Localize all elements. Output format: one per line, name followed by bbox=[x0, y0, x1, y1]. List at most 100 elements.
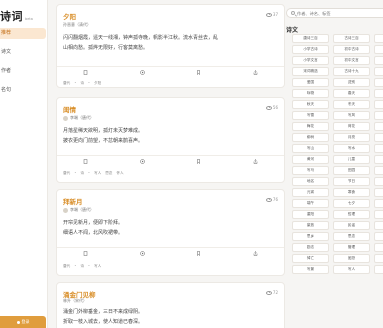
copy-button[interactable] bbox=[57, 248, 114, 258]
search-input[interactable] bbox=[297, 10, 377, 16]
category-chip[interactable]: 宋 bbox=[374, 34, 383, 43]
category-chip[interactable]: 月亮 bbox=[333, 133, 370, 142]
share-button[interactable] bbox=[227, 67, 284, 77]
category-chip[interactable]: 端午 bbox=[292, 199, 329, 208]
category-chip[interactable]: 边 bbox=[374, 166, 383, 175]
category-chip[interactable]: 元宵 bbox=[292, 188, 329, 197]
category-chip[interactable]: 思 bbox=[374, 78, 383, 87]
category-chip[interactable]: 初中古诗 bbox=[333, 45, 370, 54]
category-chip[interactable]: 写人 bbox=[333, 265, 370, 274]
category-chip[interactable]: 夏 bbox=[374, 89, 383, 98]
category-chip[interactable]: 七夕 bbox=[333, 199, 370, 208]
category-chip[interactable]: 写景 bbox=[292, 265, 329, 274]
category-chip[interactable]: 励志 bbox=[292, 243, 329, 252]
category-chip[interactable]: 写山 bbox=[292, 144, 329, 153]
play-button[interactable] bbox=[114, 156, 171, 166]
tag[interactable]: 唐代 bbox=[63, 264, 70, 269]
category-chip[interactable]: 哲理 bbox=[333, 210, 370, 219]
poem-title[interactable]: 拜新月 bbox=[63, 196, 83, 206]
poem-card[interactable]: 涌金门见柳 72 林升（宋代） 涌金门外柳垂金，三日不来成绿阴。 折取一枝入城去… bbox=[56, 282, 285, 328]
category-chip[interactable]: 写马 bbox=[292, 166, 329, 175]
category-chip[interactable]: 春 bbox=[374, 177, 383, 186]
category-chip[interactable]: 友 bbox=[374, 243, 383, 252]
tag[interactable]: 怀人 bbox=[116, 171, 123, 176]
category-chip[interactable]: 离 bbox=[374, 232, 383, 241]
poem-card[interactable]: 拜新月 76 李端（唐代） 开帘见新月，便即下阶拜。 细语人不闻，北风吹裙带。 … bbox=[56, 189, 285, 276]
poem-title[interactable]: 闺情 bbox=[63, 104, 76, 114]
category-chip[interactable]: 古诗十九 bbox=[333, 67, 370, 76]
category-chip[interactable]: 春天 bbox=[333, 89, 370, 98]
tag[interactable]: 夕阳 bbox=[94, 81, 101, 86]
tag[interactable]: 思念 bbox=[105, 171, 112, 176]
poem-author[interactable]: 孙晋意（清代） bbox=[63, 22, 91, 28]
sidebar-item-poems[interactable]: 诗文 bbox=[0, 47, 46, 58]
share-button[interactable] bbox=[227, 248, 284, 258]
category-chip[interactable]: 荷花 bbox=[333, 122, 370, 131]
category-chip[interactable]: 梅花 bbox=[292, 122, 329, 131]
category-chip[interactable]: 怀 bbox=[374, 254, 383, 263]
poem-author[interactable]: 李端（唐代） bbox=[63, 207, 94, 213]
category-chip[interactable]: 田园 bbox=[333, 166, 370, 175]
category-chip[interactable]: 咏物 bbox=[292, 89, 329, 98]
category-chip[interactable]: 元 bbox=[374, 67, 383, 76]
category-chip[interactable]: 地名 bbox=[292, 177, 329, 186]
play-button[interactable] bbox=[114, 67, 171, 77]
bookmark-button[interactable] bbox=[171, 67, 228, 77]
category-chip[interactable]: 小学文言 bbox=[292, 56, 329, 65]
sidebar-item-recommend[interactable]: 推荐 bbox=[0, 28, 46, 39]
poem-author[interactable]: 林升（宋代） bbox=[63, 298, 87, 304]
category-chip[interactable]: 菊 bbox=[374, 122, 383, 131]
category-chip[interactable]: 中 bbox=[374, 199, 383, 208]
tag[interactable]: 诗 bbox=[80, 81, 84, 86]
bookmark-button[interactable] bbox=[171, 156, 228, 166]
category-chip[interactable]: 儿童 bbox=[333, 155, 370, 164]
category-chip[interactable]: 宴 bbox=[374, 265, 383, 274]
category-chip[interactable]: 寒食 bbox=[333, 188, 370, 197]
category-chip[interactable]: 送别 bbox=[333, 78, 370, 87]
category-chip[interactable]: 婉 bbox=[374, 210, 383, 219]
category-chip[interactable]: 冬天 bbox=[333, 100, 370, 109]
share-button[interactable] bbox=[227, 156, 284, 166]
category-chip[interactable]: 长 bbox=[374, 144, 383, 153]
category-chip[interactable]: 秋天 bbox=[292, 100, 329, 109]
poem-title[interactable]: 夕阳 bbox=[63, 11, 76, 21]
category-chip[interactable]: 初中文言 bbox=[333, 56, 370, 65]
category-chip[interactable]: 重阳 bbox=[292, 210, 329, 219]
category-chip[interactable]: 思念 bbox=[333, 232, 370, 241]
category-chip[interactable]: 古诗三百 bbox=[333, 34, 370, 43]
copy-button[interactable] bbox=[57, 156, 114, 166]
category-chip[interactable]: 高 bbox=[374, 45, 383, 54]
tag[interactable]: 写人 bbox=[94, 171, 101, 176]
play-button[interactable] bbox=[114, 248, 171, 258]
category-chip[interactable]: 宋词精选 bbox=[292, 67, 329, 76]
category-chip[interactable]: 悼亡 bbox=[292, 254, 329, 263]
sidebar-item-authors[interactable]: 作者 bbox=[0, 66, 46, 77]
tag[interactable]: 唐代 bbox=[63, 171, 70, 176]
sidebar-item-quotes[interactable]: 名句 bbox=[0, 85, 46, 96]
tag[interactable]: 写人 bbox=[94, 264, 101, 269]
tag[interactable]: 诗 bbox=[80, 171, 84, 176]
category-chip[interactable]: 闺怨 bbox=[333, 254, 370, 263]
category-chip[interactable]: 小学古诗 bbox=[292, 45, 329, 54]
poem-card[interactable]: 夕阳 37 孙晋意（清代） 闪闪翻烟霞，遥天一线湘，钟声孤寺晚，帆影半江秋。流水… bbox=[56, 4, 285, 88]
category-chip[interactable]: 高 bbox=[374, 56, 383, 65]
category-chip[interactable]: 写 bbox=[374, 111, 383, 120]
category-chip[interactable]: 管理 bbox=[333, 243, 370, 252]
poem-card[interactable]: 闺情 56 李端（唐代） 月落星稀天欲明，孤灯未灭梦难成。 披衣更向门前望，不忿… bbox=[56, 97, 285, 183]
category-chip[interactable]: 写风 bbox=[333, 111, 370, 120]
category-chip[interactable]: 柳树 bbox=[292, 133, 329, 142]
category-chip[interactable]: 山 bbox=[374, 133, 383, 142]
category-chip[interactable]: 民谣 bbox=[333, 221, 370, 230]
category-chip[interactable]: 雨 bbox=[374, 100, 383, 109]
poem-author[interactable]: 李端（唐代） bbox=[63, 115, 94, 121]
category-chip[interactable]: 写水 bbox=[333, 144, 370, 153]
login-button[interactable]: 登录 bbox=[0, 316, 46, 328]
search-box[interactable] bbox=[286, 8, 383, 18]
category-chip[interactable]: 豪放 bbox=[292, 221, 329, 230]
tag[interactable]: 诗 bbox=[80, 264, 84, 269]
app-logo[interactable]: 诗词 beta bbox=[0, 8, 33, 23]
tag[interactable]: 唐代 bbox=[63, 81, 70, 86]
category-chip[interactable]: 唐诗三百 bbox=[292, 34, 329, 43]
category-chip[interactable]: 节日 bbox=[333, 177, 370, 186]
bookmark-button[interactable] bbox=[171, 248, 228, 258]
